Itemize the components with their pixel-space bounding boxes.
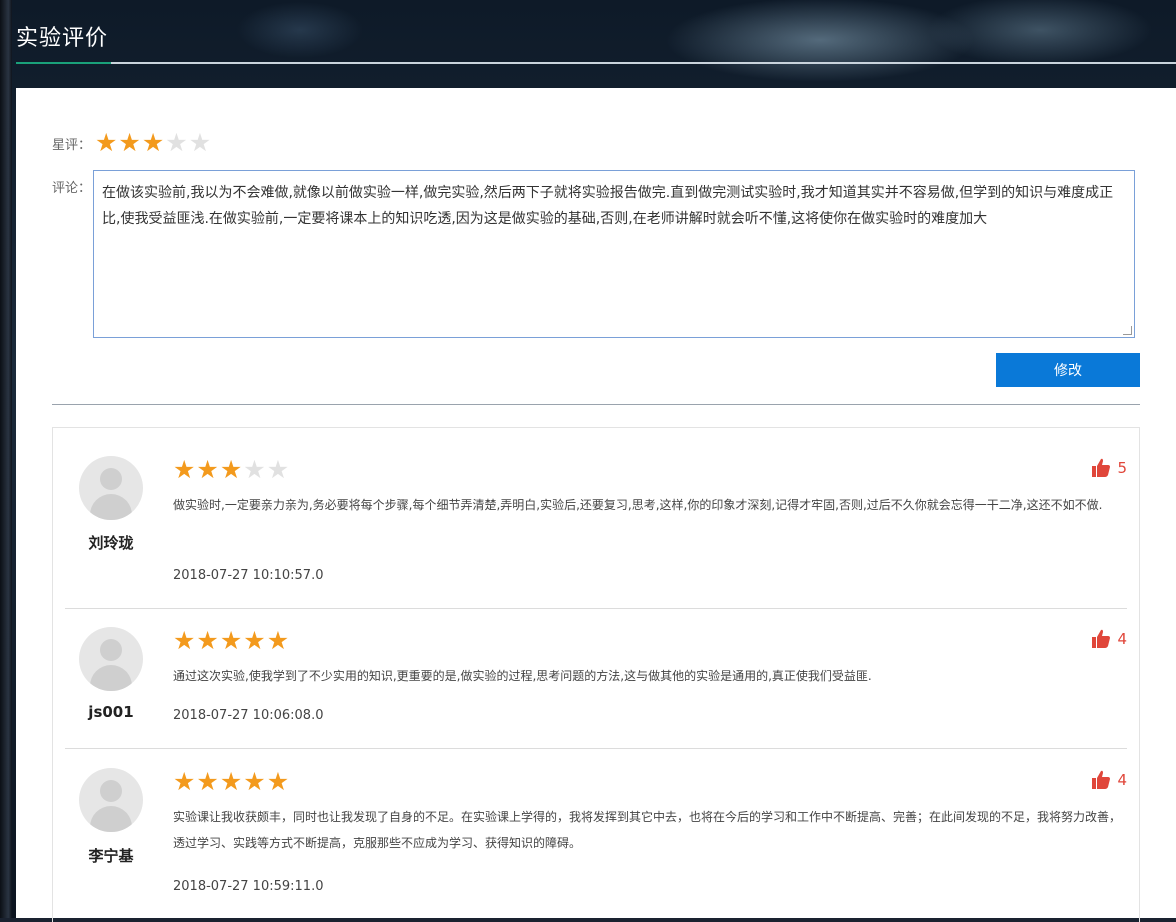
review-stars: ★ ★ ★ ★ ★ <box>173 769 290 795</box>
comment-text: 在做该实验前,我以为不会难做,就像以前做实验一样,做完实验,然后两下子就将实验报… <box>102 185 1114 227</box>
page-title: 实验评价 <box>16 26 109 51</box>
star-icon: ★ <box>266 626 290 655</box>
thumbs-up-icon <box>1092 770 1111 789</box>
star-icon[interactable]: ★ <box>142 130 164 156</box>
star-icon: ★ <box>173 626 196 655</box>
review-item: js001 ★ ★ ★ ★ ★ 通过这次实验,使我学到了不少实用的知识,更重要的是,做实… <box>65 609 1127 751</box>
star-icon[interactable]: ★ <box>95 130 117 156</box>
evaluation-panel: 星评： ★ ★ ★ ★ ★ 评论： 在做该实验前,我以为不会难做,就像以前做实验一样,做… <box>16 88 1176 922</box>
thumbs-up-icon <box>1092 629 1111 648</box>
like-count: 4 <box>1117 771 1127 789</box>
star-icon: ★ <box>196 767 219 796</box>
star-icon: ★ <box>219 455 243 484</box>
review-item: 刘玲珑 ★ ★ ★ ★ ★ 做实验时,一定要亲力亲为,务必要将每个步骤,每个细节弄清楚,… <box>65 428 1127 609</box>
review-time: 2018-07-27 10:06:08.0 <box>173 708 324 723</box>
left-edge-decoration <box>0 0 12 918</box>
resize-handle[interactable] <box>1123 326 1132 335</box>
star-icon: ★ <box>196 455 219 484</box>
title-underline <box>16 62 1176 64</box>
star-icon: ★ <box>219 626 243 655</box>
review-text: 实验课让我收获颇丰，同时也让我发现了自身的不足。在实验课上学得的，我将发挥到其它… <box>173 810 1122 850</box>
user-avatar-icon <box>79 627 143 691</box>
user-avatar-icon <box>79 768 143 832</box>
star-icon: ★ <box>196 626 219 655</box>
star-icon: ★ <box>243 767 266 796</box>
review-text: 做实验时,一定要亲力亲为,务必要将每个步骤,每个细节弄清楚,弄明白,实验后,还要… <box>173 498 1103 512</box>
modify-button[interactable]: 修改 <box>996 353 1140 387</box>
review-username: js001 <box>88 703 134 721</box>
like-button[interactable]: 4 <box>1091 770 1127 790</box>
star-icon[interactable]: ★ <box>165 130 187 156</box>
star-icon: ★ <box>243 455 266 484</box>
like-button[interactable]: 4 <box>1091 629 1127 649</box>
title-accent-bar <box>16 62 111 64</box>
user-avatar-icon <box>79 456 143 520</box>
star-icon: ★ <box>219 767 243 796</box>
review-stars: ★ ★ ★ ★ ★ <box>173 628 290 654</box>
comment-textarea[interactable]: 在做该实验前,我以为不会难做,就像以前做实验一样,做完实验,然后两下子就将实验报… <box>93 170 1135 338</box>
like-button[interactable]: 5 <box>1091 458 1127 478</box>
thumbs-up-icon <box>1092 458 1111 477</box>
review-item: 李宁基 ★ ★ ★ ★ ★ 实验课让我收获颇丰，同时也让我发现了自身的不足。在实验课上学… <box>65 750 1127 894</box>
review-username: 刘玲珑 <box>88 534 134 552</box>
star-icon: ★ <box>173 767 196 796</box>
star-icon: ★ <box>266 455 290 484</box>
review-stars: ★ ★ ★ ★ ★ <box>173 457 290 483</box>
star-icon: ★ <box>266 767 290 796</box>
review-separator <box>65 748 1127 749</box>
review-username: 李宁基 <box>88 847 134 865</box>
section-divider <box>52 404 1140 405</box>
star-icon[interactable]: ★ <box>118 130 140 156</box>
review-time: 2018-07-27 10:10:57.0 <box>173 568 324 583</box>
comment-label: 评论： <box>52 181 92 196</box>
like-count: 5 <box>1117 459 1127 477</box>
star-icon: ★ <box>243 626 266 655</box>
reviews-list: 刘玲珑 ★ ★ ★ ★ ★ 做实验时,一定要亲力亲为,务必要将每个步骤,每个细节弄清楚,… <box>52 427 1140 922</box>
rating-stars[interactable]: ★ ★ ★ ★ ★ <box>95 130 212 156</box>
star-icon[interactable]: ★ <box>189 130 211 156</box>
review-text: 通过这次实验,使我学到了不少实用的知识,更重要的是,做实验的过程,思考问题的方法… <box>173 669 872 683</box>
like-count: 4 <box>1117 630 1127 648</box>
star-icon: ★ <box>173 455 196 484</box>
rating-label: 星评： <box>52 138 92 153</box>
review-time: 2018-07-27 10:59:11.0 <box>173 879 324 894</box>
